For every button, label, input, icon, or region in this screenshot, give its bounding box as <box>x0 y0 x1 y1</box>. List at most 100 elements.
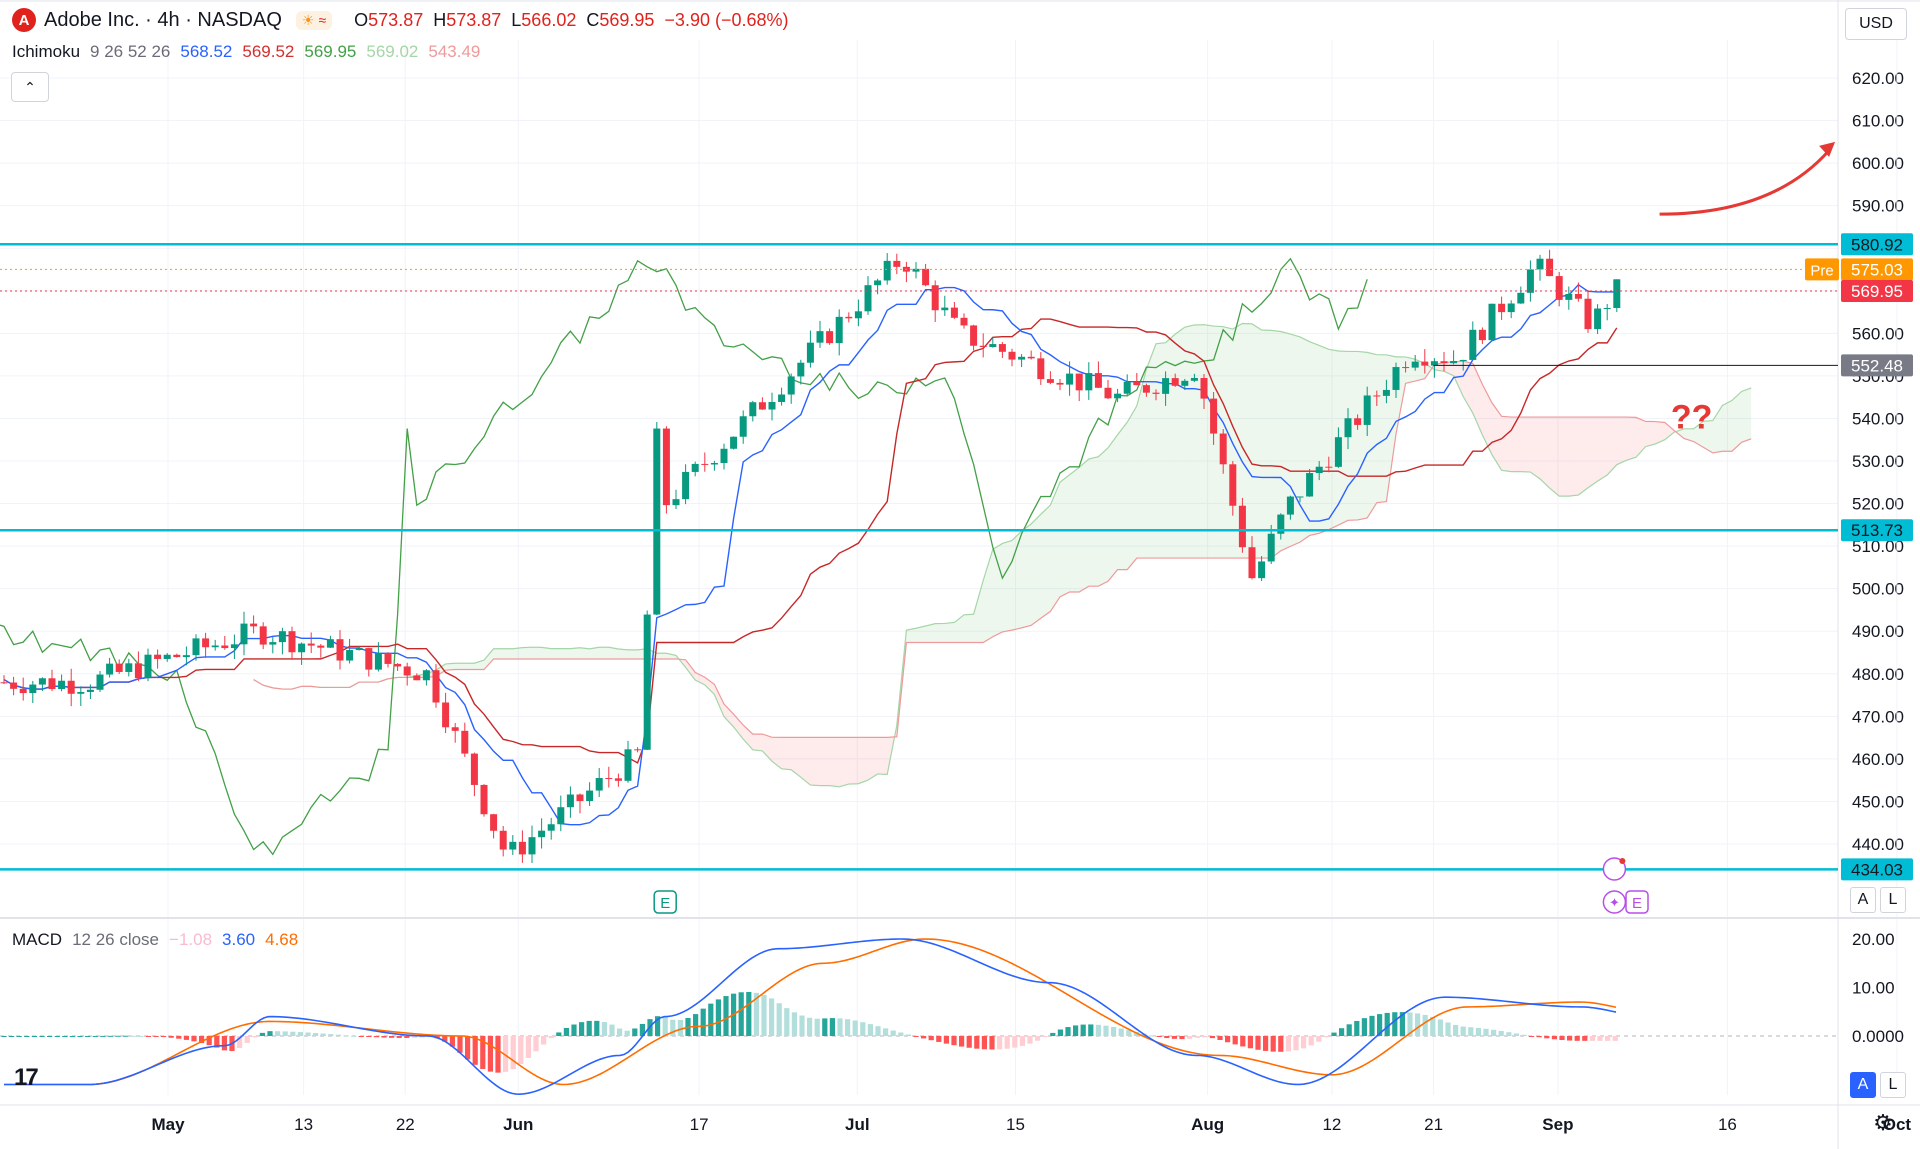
macd-log-scale-button[interactable]: L <box>1880 1072 1906 1098</box>
macd-histogram-bar <box>1179 1036 1185 1040</box>
candle-body <box>1104 387 1112 399</box>
forecast-arrow-head <box>1819 141 1836 157</box>
candle-body <box>1526 269 1534 293</box>
collapse-legend-button[interactable]: ⌃ <box>11 72 49 102</box>
candle-body <box>739 416 747 437</box>
macd-histogram-bar <box>936 1036 942 1042</box>
ichimoku-spanB-value: 543.49 <box>428 42 481 61</box>
price-axis-label-text: 552.48 <box>1851 356 1903 375</box>
ichimoku-cloud-segment <box>877 737 888 775</box>
candle-body <box>298 643 306 653</box>
candle-body <box>346 650 354 661</box>
candle-body <box>1363 395 1371 425</box>
macd-histogram-bar <box>662 1017 668 1036</box>
ichimoku-cloud-segment <box>992 543 1003 637</box>
macd-signal-line <box>4 938 1617 1086</box>
ichimoku-cloud-segment <box>1616 417 1627 465</box>
macd-histogram-bar <box>1042 1036 1048 1038</box>
settings-gear-icon[interactable]: ⚙ <box>1870 1110 1896 1136</box>
price-chart[interactable]: 620.00610.00600.00590.00580.00570.00560.… <box>0 0 1920 1149</box>
ichimoku-cloud-segment <box>1501 416 1512 472</box>
macd-histogram-bar <box>677 1019 683 1036</box>
macd-histogram-bar <box>776 1003 782 1036</box>
macd-histogram-bar <box>1612 1036 1618 1041</box>
ichimoku-cloud-segment <box>1568 417 1579 497</box>
macd-histogram-bar <box>533 1036 539 1052</box>
ichimoku-cloud-segment <box>781 737 792 770</box>
currency-selector[interactable]: USD <box>1845 8 1907 40</box>
candle-body <box>701 463 709 465</box>
candle-body <box>1478 329 1486 341</box>
candle-body <box>854 311 862 319</box>
macd-histogram-bar <box>1369 1015 1375 1036</box>
macd-histogram-bar <box>1217 1036 1223 1040</box>
macd-histogram-bar <box>1498 1030 1504 1036</box>
candle-body <box>1440 361 1448 364</box>
ichimoku-cloud-segment <box>868 737 878 781</box>
macd-legend[interactable]: MACD 12 26 close −1.08 3.60 4.68 <box>12 930 298 950</box>
x-tick-label: 15 <box>1006 1115 1025 1134</box>
auto-scale-button[interactable]: A <box>1850 887 1876 913</box>
x-tick-label: 13 <box>294 1115 313 1134</box>
ichimoku-cloud-segment <box>1079 459 1089 592</box>
macd-histogram-bar <box>1232 1036 1238 1045</box>
ichimoku-cloud-segment <box>1645 421 1656 447</box>
ichimoku-legend[interactable]: Ichimoku 9 26 52 26 568.52 569.52 569.95… <box>12 42 480 62</box>
macd-histogram-bar <box>85 1036 91 1037</box>
candle-body <box>614 778 622 781</box>
x-tick-label: 17 <box>690 1115 709 1134</box>
log-scale-button[interactable]: L <box>1880 887 1906 913</box>
candle-body <box>96 674 104 690</box>
price-axis-label-text: 434.03 <box>1851 860 1903 879</box>
candle-body <box>1536 258 1544 270</box>
macd-histogram-bar <box>1567 1036 1573 1041</box>
macd-histogram-bar <box>1437 1019 1443 1036</box>
macd-histogram-bar <box>1156 1036 1162 1037</box>
candle-body <box>1162 378 1170 394</box>
macd-y-tick-label: 10.00 <box>1852 979 1895 998</box>
candle-body <box>797 362 805 377</box>
macd-histogram-bar <box>1589 1036 1595 1041</box>
candle-body <box>182 655 190 658</box>
candle-body <box>538 830 546 838</box>
ohlc-readout: O573.87 H573.87 L566.02 C569.95 −3.90 (−… <box>354 10 788 31</box>
macd-histogram-bar <box>601 1022 607 1036</box>
macd-histogram-bar <box>624 1030 630 1036</box>
macd-histogram-bar <box>1270 1036 1276 1052</box>
macd-histogram-bar <box>548 1036 554 1039</box>
macd-histogram-bar <box>123 1035 129 1037</box>
y-tick-label: 450.00 <box>1852 792 1904 811</box>
y-tick-label: 470.00 <box>1852 707 1904 726</box>
candle-body <box>1574 293 1582 299</box>
market-status-badge[interactable]: ☀ ≈ <box>295 10 333 30</box>
symbol-title[interactable]: Adobe Inc. · 4h · NASDAQ <box>44 9 282 32</box>
low-value: 566.02 <box>521 9 577 30</box>
macd-histogram-bar <box>138 1035 144 1037</box>
candle-body <box>58 680 66 690</box>
x-tick-label: 12 <box>1322 1115 1341 1134</box>
macd-histogram-bar <box>1597 1036 1603 1041</box>
candle-body <box>144 654 152 679</box>
candle-body <box>1498 303 1506 313</box>
close-value: 569.95 <box>599 9 655 30</box>
macd-histogram-bar <box>1559 1036 1565 1041</box>
macd-histogram-bar <box>1506 1032 1512 1036</box>
ichimoku-cloud-segment <box>570 647 580 659</box>
macd-histogram-bar <box>404 1036 410 1038</box>
candle-body <box>1238 505 1246 548</box>
ichimoku-cloud-segment <box>1405 356 1416 384</box>
candle-body <box>1507 303 1515 313</box>
ichimoku-cloud-segment <box>810 737 820 786</box>
candle-body <box>1603 308 1611 310</box>
macd-histogram-bar <box>351 1035 357 1037</box>
candle-body <box>1133 381 1141 386</box>
candle-body <box>1344 418 1352 438</box>
macd-histogram-bar <box>92 1035 98 1037</box>
macd-histogram-bar <box>1308 1036 1314 1046</box>
x-tick-label: 22 <box>396 1115 415 1134</box>
candle-body <box>211 645 219 648</box>
candle-body <box>595 778 603 791</box>
macd-auto-scale-button[interactable]: A <box>1850 1072 1876 1098</box>
macd-histogram-bar <box>997 1036 1003 1050</box>
candle-body <box>192 638 200 656</box>
